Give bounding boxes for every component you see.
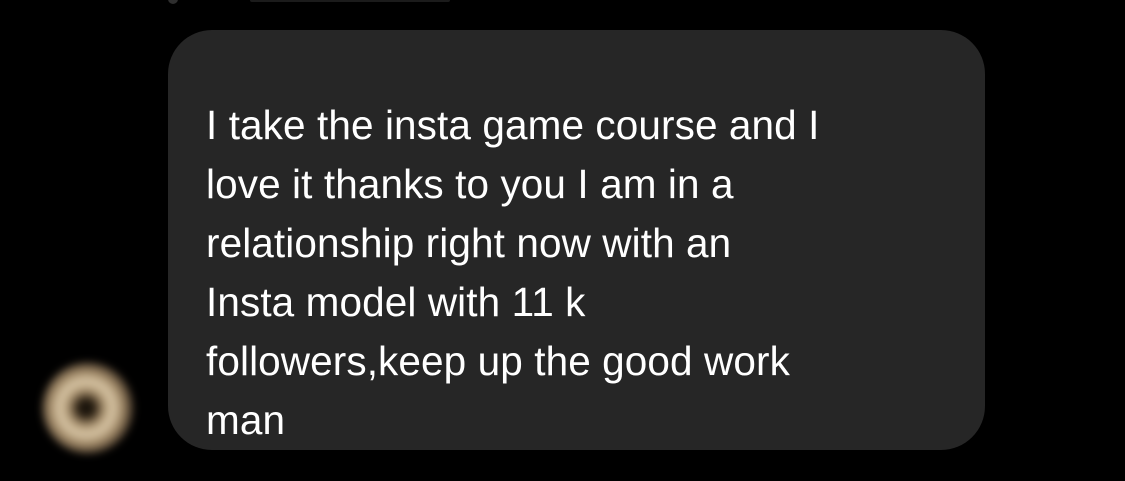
top-fragment-line xyxy=(250,0,450,2)
message-line: love it thanks to you I am in a xyxy=(206,161,734,207)
message-line: man xyxy=(206,397,286,443)
message-line: relationship right now with an xyxy=(206,220,732,266)
message-line: I take the insta game course and I xyxy=(206,102,820,148)
message-line: followers,keep up the good work xyxy=(206,338,790,384)
avatar[interactable] xyxy=(42,362,134,454)
top-fragment-dot xyxy=(168,0,178,4)
message-line: Insta model with 11 k xyxy=(206,279,586,325)
message-text: I take the insta game course and I love … xyxy=(206,96,945,450)
message-bubble[interactable]: I take the insta game course and I love … xyxy=(168,30,985,450)
